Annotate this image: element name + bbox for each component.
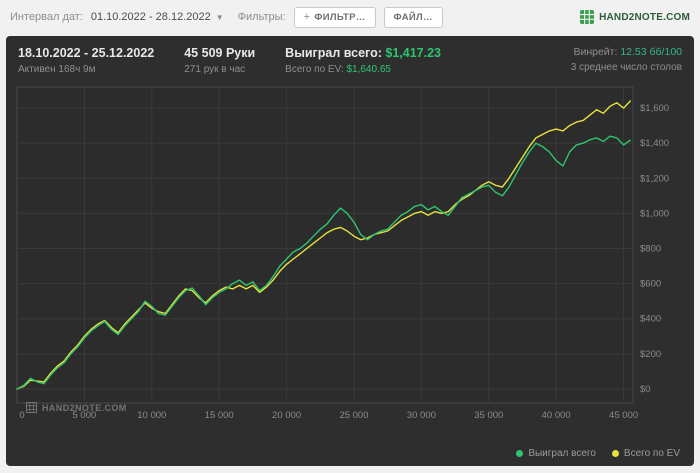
- filters-label: Фильтры:: [237, 11, 286, 23]
- svg-text:10 000: 10 000: [137, 410, 166, 421]
- svg-text:45 000: 45 000: [609, 410, 638, 421]
- svg-text:0: 0: [19, 410, 24, 421]
- won-label: Выиграл всего:: [285, 46, 382, 60]
- file-button[interactable]: ФАЙЛ…: [383, 6, 443, 28]
- winrate-value: 12.53: [620, 46, 647, 58]
- chevron-down-icon: ▼: [215, 12, 224, 22]
- svg-text:30 000: 30 000: [407, 410, 436, 421]
- won-value: $1,417.23: [385, 46, 441, 60]
- legend-dot-won: [516, 450, 524, 457]
- summary-winnings: Выиграл всего: $1,417.23 Всего по EV: $1…: [285, 46, 441, 75]
- brand-logo: HAND2NOTE.COM: [580, 10, 690, 24]
- svg-text:$1,000: $1,000: [640, 208, 669, 219]
- session-date-range: 18.10.2022 - 25.12.2022: [18, 46, 155, 60]
- watermark-text: HAND2NOTE.COM: [42, 402, 127, 413]
- legend-item-won: Выиграл всего: [516, 448, 596, 459]
- brand-text: HAND2NOTE.COM: [599, 11, 690, 23]
- svg-text:35 000: 35 000: [474, 410, 503, 421]
- hands-per-hour: 271 рук в час: [184, 64, 246, 75]
- winrate-label: Винрейт:: [573, 46, 618, 58]
- session-panel: 18.10.2022 - 25.12.2022 Активен 168ч 9м …: [6, 36, 694, 466]
- topbar: Интервал дат: 01.10.2022 - 28.12.2022 ▼ …: [0, 0, 700, 34]
- chart-legend: Выиграл всего Всего по EV: [16, 445, 684, 460]
- svg-text:$600: $600: [640, 279, 661, 290]
- session-summary: 18.10.2022 - 25.12.2022 Активен 168ч 9м …: [16, 44, 684, 83]
- date-range-value: 01.10.2022 - 28.12.2022: [90, 11, 211, 23]
- avg-tables: 3 среднее число столов: [570, 62, 682, 73]
- svg-text:15 000: 15 000: [205, 410, 234, 421]
- date-range-select[interactable]: 01.10.2022 - 28.12.2022 ▼: [91, 11, 224, 23]
- svg-text:$1,400: $1,400: [640, 138, 669, 149]
- svg-text:$0: $0: [640, 384, 651, 395]
- svg-text:$800: $800: [640, 244, 661, 255]
- watermark-grid-icon: [26, 402, 37, 413]
- legend-item-ev: Всего по EV: [611, 448, 680, 459]
- winnings-chart: 05 000 10 000 15 000 20 000 25 000 30 000 35 0…: [16, 83, 684, 445]
- svg-text:$200: $200: [640, 349, 661, 360]
- add-filter-label: ФИЛЬТР…: [314, 11, 366, 23]
- winrate-unit: бб/100: [649, 46, 682, 58]
- legend-label-ev: Всего по EV: [623, 448, 680, 459]
- svg-text:25 000: 25 000: [339, 410, 368, 421]
- legend-dot-ev: [611, 450, 619, 457]
- hands-count: 45 509 Руки: [184, 46, 256, 60]
- active-time: Активен 168ч 9м: [18, 64, 96, 75]
- file-button-label: ФАЙЛ…: [393, 11, 433, 23]
- interval-label: Интервал дат:: [10, 11, 83, 23]
- hand2note-grid-icon: [580, 10, 595, 24]
- svg-text:40 000: 40 000: [542, 410, 571, 421]
- summary-dates: 18.10.2022 - 25.12.2022 Активен 168ч 9м: [18, 46, 154, 75]
- summary-winrate: Винрейт: 12.53 бб/100 3 среднее число ст…: [571, 46, 682, 73]
- legend-label-won: Выиграл всего: [528, 448, 596, 459]
- ev-value: $1,640.65: [346, 64, 391, 75]
- svg-text:$400: $400: [640, 314, 661, 325]
- svg-text:$1,200: $1,200: [640, 173, 669, 184]
- plus-icon: +: [303, 11, 311, 23]
- add-filter-button[interactable]: + ФИЛЬТР…: [293, 6, 376, 28]
- winnings-chart-canvas: 05 000 10 000 15 000 20 000 25 000 30 000 35 0…: [16, 86, 669, 421]
- summary-hands: 45 509 Руки 271 рук в час: [184, 46, 255, 75]
- chart-watermark: HAND2NOTE.COM: [26, 402, 127, 413]
- svg-text:$1,600: $1,600: [640, 103, 669, 114]
- ev-label: Всего по EV:: [285, 64, 344, 75]
- svg-text:20 000: 20 000: [272, 410, 301, 421]
